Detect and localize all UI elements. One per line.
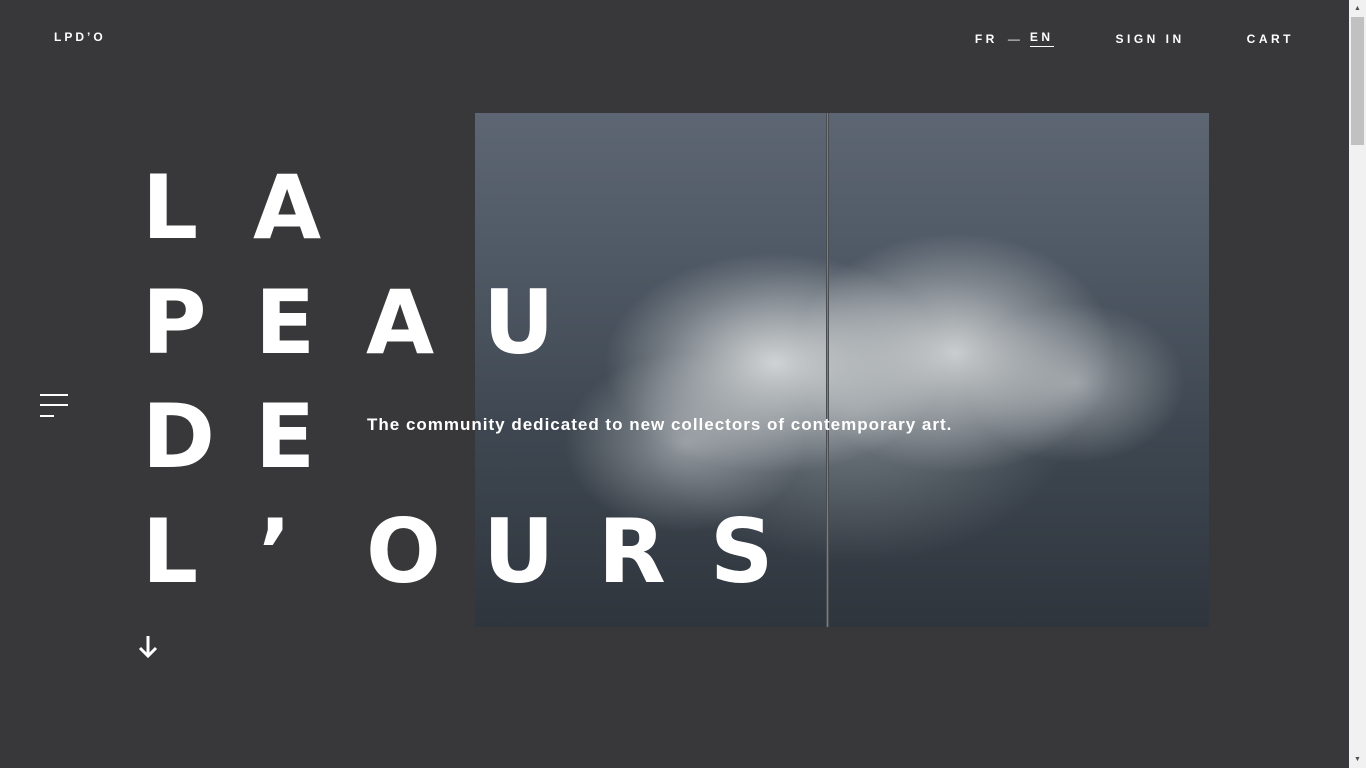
top-nav: FR — EN SIGN IN CART [975, 30, 1294, 47]
vertical-scrollbar[interactable]: ▲ ▼ [1349, 0, 1366, 768]
sign-in-link[interactable]: SIGN IN [1116, 32, 1185, 46]
page: LPD’O FR — EN SIGN IN CART L A P E A U D… [0, 0, 1349, 768]
title-letter: E [255, 385, 316, 488]
title-letter: U [483, 271, 555, 374]
arrow-down-icon[interactable] [137, 634, 159, 660]
diptych-seam [826, 113, 829, 627]
scrollbar-thumb[interactable] [1351, 17, 1364, 145]
menu-line [40, 404, 68, 406]
title-letter: A [253, 156, 322, 259]
menu-line [40, 415, 54, 417]
title-letter: L [142, 500, 199, 603]
menu-line [40, 394, 68, 396]
lang-separator: — [1007, 31, 1020, 46]
lang-en-link[interactable]: EN [1029, 30, 1054, 47]
title-letter: R [598, 500, 666, 603]
cart-link[interactable]: CART [1247, 32, 1294, 46]
title-letter: U [483, 500, 555, 603]
title-letter: E [255, 271, 316, 374]
title-letter: L [142, 156, 199, 259]
title-letter: D [142, 385, 216, 488]
title-letter: S [710, 500, 774, 603]
hero-artwork-image [475, 113, 1209, 627]
title-letter: A [366, 271, 435, 374]
scroll-down-arrow-icon[interactable]: ▼ [1349, 751, 1366, 768]
lang-fr-link[interactable]: FR [975, 32, 998, 46]
title-letter: ’ [258, 500, 292, 603]
title-letter: P [142, 271, 207, 374]
hero-tagline: The community dedicated to new collector… [367, 415, 953, 434]
language-switcher: FR — EN [975, 30, 1054, 47]
scroll-up-arrow-icon[interactable]: ▲ [1349, 0, 1366, 17]
logo-link[interactable]: LPD’O [54, 30, 106, 44]
title-letter: O [366, 500, 441, 603]
hamburger-menu-icon[interactable] [40, 394, 70, 418]
